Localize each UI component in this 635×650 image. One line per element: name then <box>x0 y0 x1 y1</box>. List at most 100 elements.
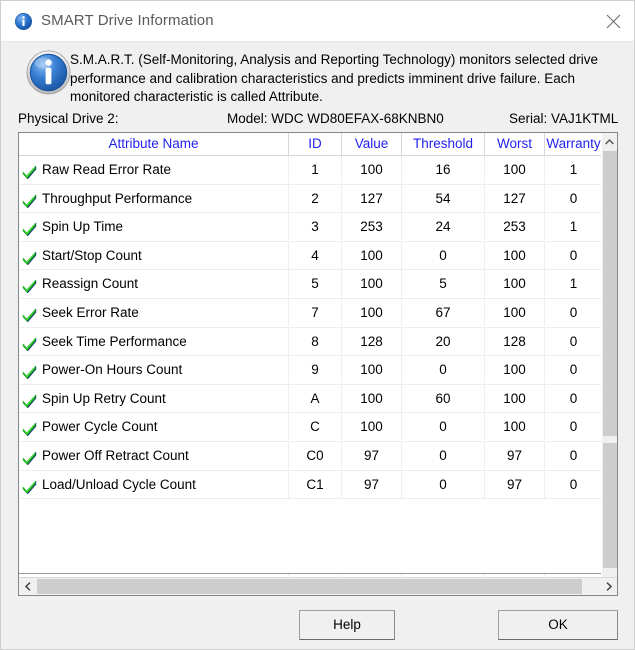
column-header-value[interactable]: Value <box>342 133 402 155</box>
table-row[interactable]: Seek Error Rate 7 100 67 100 0 <box>19 298 602 328</box>
table-row[interactable]: Raw Read Error Rate 1 100 16 100 1 <box>19 156 602 185</box>
cell-id: 2 <box>289 184 342 212</box>
table-row[interactable]: Throughput Performance 2 127 54 127 0 <box>19 184 602 214</box>
green-check-icon <box>22 191 38 208</box>
cell-attribute-name: Load/Unload Cycle Count <box>19 470 289 498</box>
cell-id: 3 <box>289 213 342 241</box>
vertical-scroll-thumb-secondary[interactable] <box>603 443 617 568</box>
green-check-icon <box>22 448 38 466</box>
cell-worst: 100 <box>485 356 545 384</box>
table-row[interactable]: Seek Time Performance 8 128 20 128 0 <box>19 327 602 357</box>
cell-worst: 100 <box>485 413 545 441</box>
cell-value: 100 <box>342 270 402 298</box>
cell-warranty: 0 <box>569 190 578 206</box>
column-header-worst[interactable]: Worst <box>485 133 545 155</box>
cell-warranty: 0 <box>569 476 578 492</box>
cell-id: C0 <box>289 441 342 469</box>
title-bar: SMART Drive Information <box>1 1 634 42</box>
cell-value: 100 <box>342 413 402 441</box>
column-header-threshold[interactable]: Threshold <box>402 133 485 155</box>
green-check-icon <box>22 219 38 237</box>
cell-id: A <box>289 384 342 412</box>
table-row[interactable]: Load/Unload Cycle Count C1 97 0 97 0 <box>19 470 602 500</box>
cell-warranty: 0 <box>569 333 578 349</box>
smart-drive-information-dialog: SMART Drive Information S.M.A.R.T. (Self… <box>0 0 635 650</box>
green-check-icon <box>22 391 38 409</box>
cell-attribute-name: Raw Read Error Rate <box>19 156 289 183</box>
cell-worst: 100 <box>485 384 545 412</box>
window-title: SMART Drive Information <box>41 12 214 29</box>
horizontal-scroll-thumb[interactable] <box>37 579 582 594</box>
cell-threshold: 54 <box>402 184 485 212</box>
help-button[interactable]: Help <box>299 610 395 640</box>
info-circle-icon <box>15 13 32 30</box>
green-check-icon <box>22 162 38 180</box>
cell-warranty: 0 <box>569 362 578 378</box>
cell-threshold: 0 <box>402 356 485 384</box>
cell-worst: 127 <box>485 184 545 212</box>
cell-warranty: 1 <box>569 276 578 292</box>
cell-warranty: 1 <box>569 219 578 235</box>
cell-id: 5 <box>289 270 342 298</box>
cell-value: 100 <box>342 384 402 412</box>
green-check-icon <box>22 362 38 380</box>
cell-threshold: 5 <box>402 270 485 298</box>
table-body-upper: Raw Read Error Rate 1 100 16 100 1 Throughput … <box>19 156 602 573</box>
cell-warranty: 0 <box>569 390 578 406</box>
cell-id: C <box>289 413 342 441</box>
cell-threshold: 0 <box>402 470 485 498</box>
cell-threshold: 20 <box>402 327 485 355</box>
table-row[interactable]: Reassign Count 5 100 5 100 1 <box>19 270 602 299</box>
table-row[interactable]: Start/Stop Count 4 100 0 100 0 <box>19 241 602 271</box>
cell-threshold: 67 <box>402 298 485 326</box>
vertical-scrollbar[interactable] <box>601 133 617 595</box>
cell-worst: 100 <box>485 298 545 326</box>
chevron-right-icon[interactable] <box>600 578 617 595</box>
cell-value: 100 <box>342 298 402 326</box>
cell-value: 100 <box>342 356 402 384</box>
cell-value: 97 <box>342 470 402 498</box>
ok-button[interactable]: OK <box>498 610 618 640</box>
table-row[interactable]: Power-On Hours Count 9 100 0 100 0 <box>19 356 602 385</box>
physical-drive-label: Physical Drive 2: <box>18 111 119 126</box>
cell-attribute-name: Power-On Hours Count <box>19 356 289 384</box>
cell-value: 253 <box>342 213 402 241</box>
info-block: S.M.A.R.T. (Self-Monitoring, Analysis an… <box>1 42 634 107</box>
cell-warranty: 0 <box>569 419 578 435</box>
cell-id: 8 <box>289 327 342 355</box>
cell-attribute-name: Power Cycle Count <box>19 413 289 441</box>
chevron-left-icon[interactable] <box>19 578 36 595</box>
green-check-icon <box>22 419 38 437</box>
cell-worst: 253 <box>485 213 545 241</box>
cell-warranty: 1 <box>569 162 578 177</box>
drive-info-line: Physical Drive 2: Model: WDC WD80EFAX-68… <box>1 111 634 131</box>
cell-worst: 97 <box>485 470 545 498</box>
cell-attribute-name: Reassign Count <box>19 270 289 298</box>
column-header-id[interactable]: ID <box>289 133 342 155</box>
green-check-icon <box>22 477 38 494</box>
chevron-up-icon[interactable] <box>602 133 617 150</box>
close-icon[interactable] <box>590 1 634 41</box>
vertical-scroll-thumb[interactable] <box>603 151 617 436</box>
cell-warranty: 0 <box>569 447 578 463</box>
info-circle-large-icon <box>26 50 71 95</box>
green-check-icon <box>22 305 38 323</box>
cell-value: 127 <box>342 184 402 212</box>
cell-value: 97 <box>342 441 402 469</box>
table-header-row: Attribute Name ID Value Threshold Worst … <box>19 133 602 156</box>
table-row[interactable]: Spin Up Time 3 253 24 253 1 <box>19 213 602 242</box>
info-description: S.M.A.R.T. (Self-Monitoring, Analysis an… <box>70 52 598 104</box>
cell-warranty: 0 <box>569 247 578 263</box>
cell-attribute-name: Spin Up Retry Count <box>19 384 289 412</box>
cell-value: 100 <box>342 156 402 183</box>
horizontal-scrollbar[interactable] <box>19 577 617 595</box>
column-header-warranty[interactable]: Warranty <box>545 133 602 155</box>
column-header-attribute-name[interactable]: Attribute Name <box>19 133 289 155</box>
cell-worst: 100 <box>485 156 545 183</box>
cell-threshold: 16 <box>402 156 485 183</box>
table-row[interactable]: Power Off Retract Count C0 97 0 97 0 <box>19 441 602 471</box>
drive-serial-label: Serial: VAJ1KTML <box>509 111 619 126</box>
table-row[interactable]: Power Cycle Count C 100 0 100 0 <box>19 413 602 442</box>
cell-worst: 100 <box>485 270 545 298</box>
table-row[interactable]: Spin Up Retry Count A 100 60 100 0 <box>19 384 602 414</box>
